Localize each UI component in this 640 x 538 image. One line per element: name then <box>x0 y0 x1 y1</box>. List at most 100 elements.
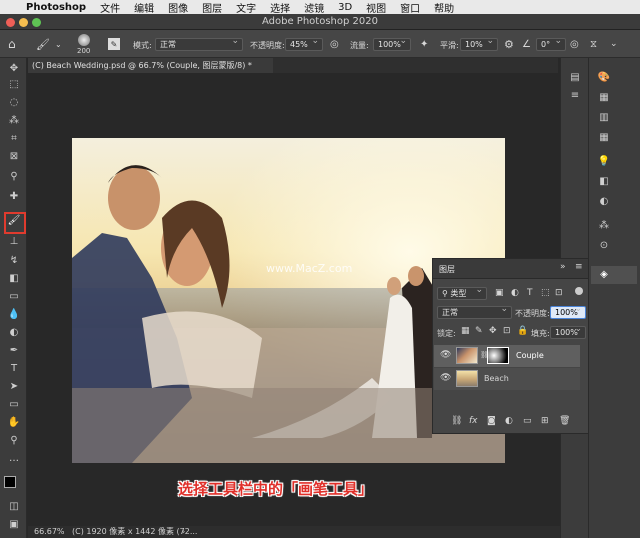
collapse-panel-icon[interactable]: » <box>560 262 566 272</box>
layer-name-couple[interactable]: Couple <box>516 351 544 360</box>
menu-help[interactable]: 帮助 <box>434 0 454 15</box>
panel-menu-icon[interactable]: ≡ <box>575 262 583 272</box>
layer-row-couple[interactable]: 👁 ⛓ Couple <box>434 345 580 367</box>
symmetry-icon[interactable]: ⧖ <box>590 36 597 52</box>
properties-panel-icon[interactable]: ≡ <box>568 90 582 102</box>
opacity-input[interactable]: 45% <box>285 36 323 51</box>
new-group-icon[interactable]: ▭ <box>523 416 532 426</box>
menu-filter[interactable]: 滤镜 <box>304 0 324 15</box>
lock-position-icon[interactable]: ✥ <box>489 326 497 336</box>
menu-file[interactable]: 文件 <box>100 0 120 15</box>
pressure-size-icon[interactable]: ◎ <box>570 36 579 52</box>
trash-icon[interactable]: 🗑 <box>559 416 570 426</box>
learn-panel-icon[interactable]: 💡 <box>597 156 611 168</box>
gradient-tool-icon[interactable]: ▭ <box>6 290 22 304</box>
dodge-tool-icon[interactable]: ◐ <box>6 326 22 340</box>
adjustment-layer-icon[interactable]: ◐ <box>505 416 513 426</box>
menu-3d[interactable]: 3D <box>338 2 352 13</box>
adjustments-panel-icon[interactable]: ◐ <box>597 196 611 208</box>
airbrush-icon[interactable]: ✦ <box>420 36 428 52</box>
document-tab[interactable]: (C) Beach Wedding.psd @ 66.7% (Couple, 图… <box>28 58 273 73</box>
brush-dropdown-icon[interactable]: ⌄ <box>55 36 62 52</box>
foreground-color-swatch[interactable] <box>4 476 16 488</box>
brush-settings-icon[interactable]: ✎ <box>108 38 120 50</box>
layer-thumbnail[interactable] <box>456 370 478 387</box>
lock-transparent-icon[interactable]: ▦ <box>461 326 470 336</box>
filter-type-icon[interactable]: T <box>527 288 533 298</box>
menu-app-name[interactable]: Photoshop <box>26 2 86 13</box>
paths-panel-icon[interactable]: ⊙ <box>597 240 611 252</box>
blur-tool-icon[interactable]: 💧 <box>6 308 22 322</box>
color-panel-icon[interactable]: 🎨 <box>597 72 611 84</box>
filter-smart-object-icon[interactable]: ⊡ <box>555 288 563 298</box>
zoom-tool-icon[interactable]: ⚲ <box>6 434 22 448</box>
eraser-tool-icon[interactable]: ◧ <box>6 272 22 286</box>
move-tool-icon[interactable]: ✥ <box>6 62 22 76</box>
crop-tool-icon[interactable]: ⌗ <box>6 132 22 146</box>
layer-thumbnail[interactable] <box>456 347 478 364</box>
filter-shape-icon[interactable]: ⬚ <box>541 288 550 298</box>
layer-fill-input[interactable]: 100% <box>550 324 586 339</box>
lasso-tool-icon[interactable]: ◌ <box>6 96 22 110</box>
lock-artboard-icon[interactable]: ⊡ <box>503 326 511 336</box>
layer-row-beach[interactable]: 👁 Beach <box>434 368 580 390</box>
layers-panel-icon[interactable]: ◈ <box>597 269 611 281</box>
quick-mask-icon[interactable]: ◫ <box>6 500 22 514</box>
angle-input[interactable]: 0° <box>536 36 566 51</box>
layer-opacity-input[interactable]: 100% <box>550 304 586 319</box>
new-layer-icon[interactable]: ⊞ <box>541 416 549 426</box>
history-brush-tool-icon[interactable]: ↯ <box>6 254 22 268</box>
menu-edit[interactable]: 编辑 <box>134 0 154 15</box>
path-select-tool-icon[interactable]: ➤ <box>6 380 22 394</box>
layer-name-beach[interactable]: Beach <box>484 374 509 383</box>
menu-layer[interactable]: 图层 <box>202 0 222 15</box>
filter-toggle-icon[interactable] <box>575 287 583 295</box>
pressure-opacity-icon[interactable]: ◎ <box>330 36 339 52</box>
patterns-panel-icon[interactable]: ▦ <box>597 132 611 144</box>
visibility-eye-icon[interactable]: 👁 <box>440 350 451 360</box>
gear-icon[interactable]: ⚙ <box>504 36 514 52</box>
hand-tool-icon[interactable]: ✋ <box>6 416 22 430</box>
history-panel-icon[interactable]: ▤ <box>568 72 582 84</box>
menu-image[interactable]: 图像 <box>168 0 188 15</box>
frame-tool-icon[interactable]: ⊠ <box>6 150 22 164</box>
clone-stamp-tool-icon[interactable]: ⊥ <box>6 235 22 249</box>
link-layers-icon[interactable]: ⛓ <box>451 416 462 426</box>
healing-brush-tool-icon[interactable]: ✚ <box>6 190 22 204</box>
filter-adjustment-icon[interactable]: ◐ <box>511 288 519 298</box>
add-mask-icon[interactable]: ◙ <box>487 416 496 426</box>
layer-blend-mode-select[interactable]: 正常 <box>437 304 512 319</box>
menu-select[interactable]: 选择 <box>270 0 290 15</box>
lock-all-icon[interactable]: 🔒 <box>517 326 528 336</box>
status-menu-icon[interactable]: › <box>182 526 185 538</box>
eyedropper-tool-icon[interactable]: ⚲ <box>6 170 22 184</box>
home-icon[interactable]: ⌂ <box>8 36 16 52</box>
more-tools-icon[interactable]: … <box>6 452 22 466</box>
gradients-panel-icon[interactable]: ▥ <box>597 112 611 124</box>
blend-mode-select[interactable]: 正常 <box>155 36 243 51</box>
rectangle-tool-icon[interactable]: ▭ <box>6 398 22 412</box>
channels-panel-icon[interactable]: ⁂ <box>597 220 611 232</box>
screen-mode-icon[interactable]: ▣ <box>6 518 22 532</box>
brush-tip-preview[interactable] <box>78 34 90 46</box>
swatches-panel-icon[interactable]: ▦ <box>597 92 611 104</box>
visibility-eye-icon[interactable]: 👁 <box>440 373 451 383</box>
layer-filter-select[interactable]: ⚲ 类型 <box>437 285 487 300</box>
pen-tool-icon[interactable]: ✒ <box>6 344 22 358</box>
quick-select-tool-icon[interactable]: ⁂ <box>6 114 22 128</box>
type-tool-icon[interactable]: T <box>6 362 22 376</box>
marquee-tool-icon[interactable]: ⬚ <box>6 78 22 92</box>
libraries-panel-icon[interactable]: ◧ <box>597 176 611 188</box>
lock-image-icon[interactable]: ✎ <box>475 326 483 336</box>
brush-preset-icon[interactable]: 🖌 <box>36 36 50 52</box>
flow-input[interactable]: 100% <box>373 36 411 51</box>
zoom-level[interactable]: 66.67% <box>34 526 65 538</box>
menu-type[interactable]: 文字 <box>236 0 256 15</box>
symmetry-dropdown-icon[interactable]: ⌄ <box>610 36 618 52</box>
layer-style-icon[interactable]: fx <box>469 416 478 426</box>
smoothing-input[interactable]: 10% <box>460 36 498 51</box>
layer-mask-thumbnail[interactable] <box>487 347 509 364</box>
menu-window[interactable]: 窗口 <box>400 0 420 15</box>
layers-panel-title[interactable]: 图层 <box>439 264 455 275</box>
filter-pixel-icon[interactable]: ▣ <box>495 288 504 298</box>
